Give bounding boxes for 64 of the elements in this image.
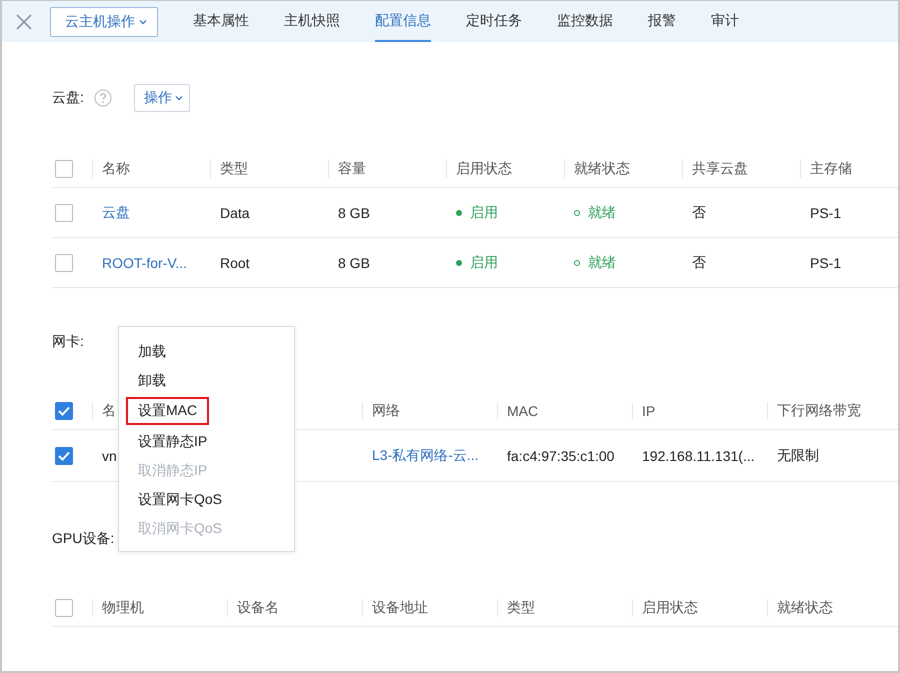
column-header: 下行网络带宽	[767, 402, 898, 420]
menu-item[interactable]: 加载	[138, 339, 166, 364]
table-cell-text: Data	[219, 204, 251, 220]
checkmark-icon	[58, 406, 70, 416]
tab[interactable]: 配置信息	[375, 1, 431, 42]
menu-item[interactable]: 设置MAC	[126, 397, 210, 425]
table-cell-text: 8 GB	[337, 204, 371, 220]
column-header: 设备地址	[362, 598, 497, 616]
section-label: 网卡:	[52, 333, 84, 351]
ready-status: 就绪	[564, 254, 682, 272]
column-header: 主存储	[800, 160, 898, 178]
tab[interactable]: 审计	[711, 1, 739, 42]
actions-button[interactable]: 操作	[134, 84, 190, 112]
menu-item[interactable]: 设置网卡QoS	[138, 487, 222, 512]
enabled-status: 启用	[446, 254, 564, 272]
column-header: 名称	[92, 160, 210, 178]
checkbox[interactable]	[55, 254, 73, 272]
table-cell-text: vn	[101, 448, 118, 464]
ready-status: 就绪	[564, 204, 682, 222]
column-header: 就绪状态	[767, 598, 898, 616]
menu-item[interactable]: 卸载	[138, 368, 166, 393]
column-header: IP	[632, 402, 767, 418]
table-cell-text: 192.168.11.131(...	[641, 448, 756, 464]
tab[interactable]: 定时任务	[466, 1, 522, 42]
column-header: 容量	[328, 160, 446, 178]
table-cell-text: Root	[219, 254, 251, 270]
table-cell-text: 8 GB	[337, 254, 371, 270]
table-cell-text: fa:c4:97:35:c1:00	[506, 448, 616, 464]
column-header: 类型	[497, 598, 632, 616]
checkbox[interactable]	[55, 598, 73, 616]
menu-item[interactable]: 设置静态IP	[138, 429, 208, 454]
tab[interactable]: 报警	[648, 1, 676, 42]
table-cell-text: 否	[691, 204, 707, 222]
column-header: 共享云盘	[682, 160, 800, 178]
column-header: 启用状态	[446, 160, 564, 178]
checkmark-icon	[58, 450, 70, 460]
table-cell-text: 无限制	[776, 446, 820, 464]
column-header: 启用状态	[632, 598, 767, 616]
tab[interactable]: 主机快照	[284, 1, 340, 42]
disk-name-link[interactable]: 云盘	[92, 204, 210, 222]
checkbox[interactable]	[55, 160, 73, 178]
column-header: MAC	[497, 402, 632, 418]
network-link[interactable]: L3-私有网络-云...	[362, 446, 497, 464]
section-label: GPU设备:	[52, 530, 114, 548]
column-header: 网络	[362, 402, 497, 420]
enabled-status: 启用	[446, 204, 564, 222]
column-header: 设备名	[227, 598, 362, 616]
disk-name-link[interactable]: ROOT-for-V...	[92, 254, 210, 270]
caret-icon	[139, 18, 147, 24]
table-cell-text: PS-1	[809, 204, 842, 220]
tab[interactable]: 基本属性	[193, 1, 249, 42]
section-label: 云盘:	[52, 89, 84, 107]
column-header: 物理机	[92, 598, 227, 616]
table-cell-text: 否	[691, 254, 707, 272]
caret-icon	[174, 95, 183, 101]
vm-actions-button[interactable]: 云主机操作	[50, 6, 158, 36]
checkbox[interactable]	[55, 446, 73, 464]
help-icon[interactable]	[94, 89, 112, 107]
tab[interactable]: 监控数据	[557, 1, 613, 42]
table-cell-text: PS-1	[809, 254, 842, 270]
column-header: 就绪状态	[564, 160, 682, 178]
checkbox[interactable]	[55, 402, 73, 420]
checkbox[interactable]	[55, 204, 73, 222]
column-header: 类型	[210, 160, 328, 178]
